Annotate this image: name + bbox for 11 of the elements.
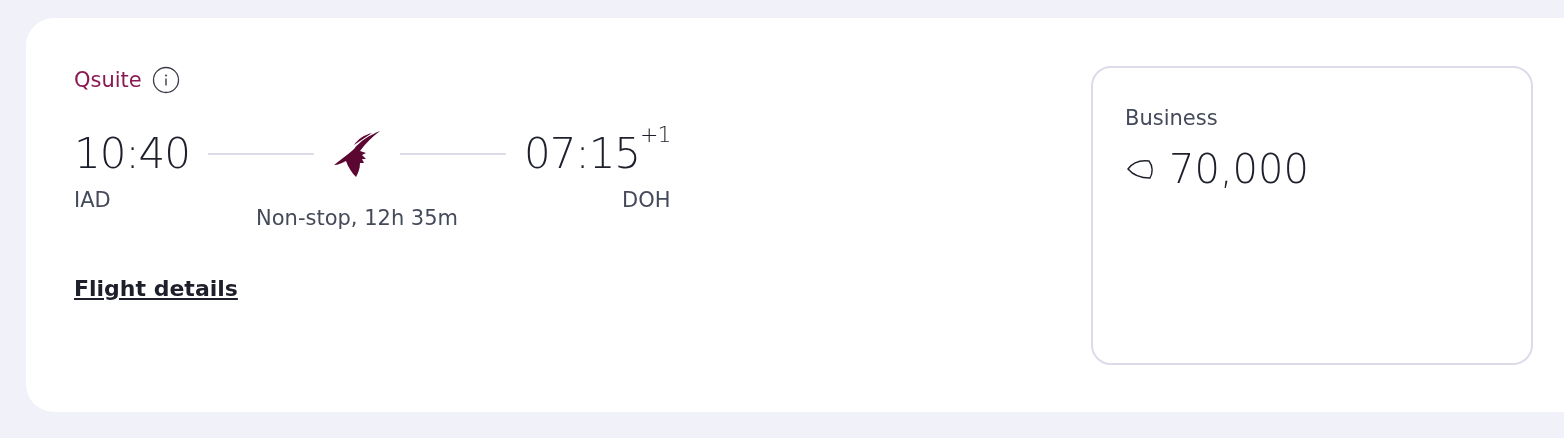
airport-code: IAD <box>74 188 112 212</box>
fare-cabin: Business <box>1125 106 1219 130</box>
cabin-label: Qsuite <box>74 68 142 92</box>
info-icon[interactable] <box>151 66 180 94</box>
duration-text: Non-stop, 12h 35m <box>256 206 459 230</box>
departure-time: 10:40 <box>74 128 191 180</box>
flight-details-link[interactable]: Flight details <box>74 276 238 301</box>
fare-card[interactable]: Business 70,000 <box>1091 66 1533 365</box>
airport-code: DOH <box>622 188 671 212</box>
arrival-time: 07:15$^{+1}$ <box>524 128 671 180</box>
miles-price: 70,000 <box>1169 146 1309 192</box>
